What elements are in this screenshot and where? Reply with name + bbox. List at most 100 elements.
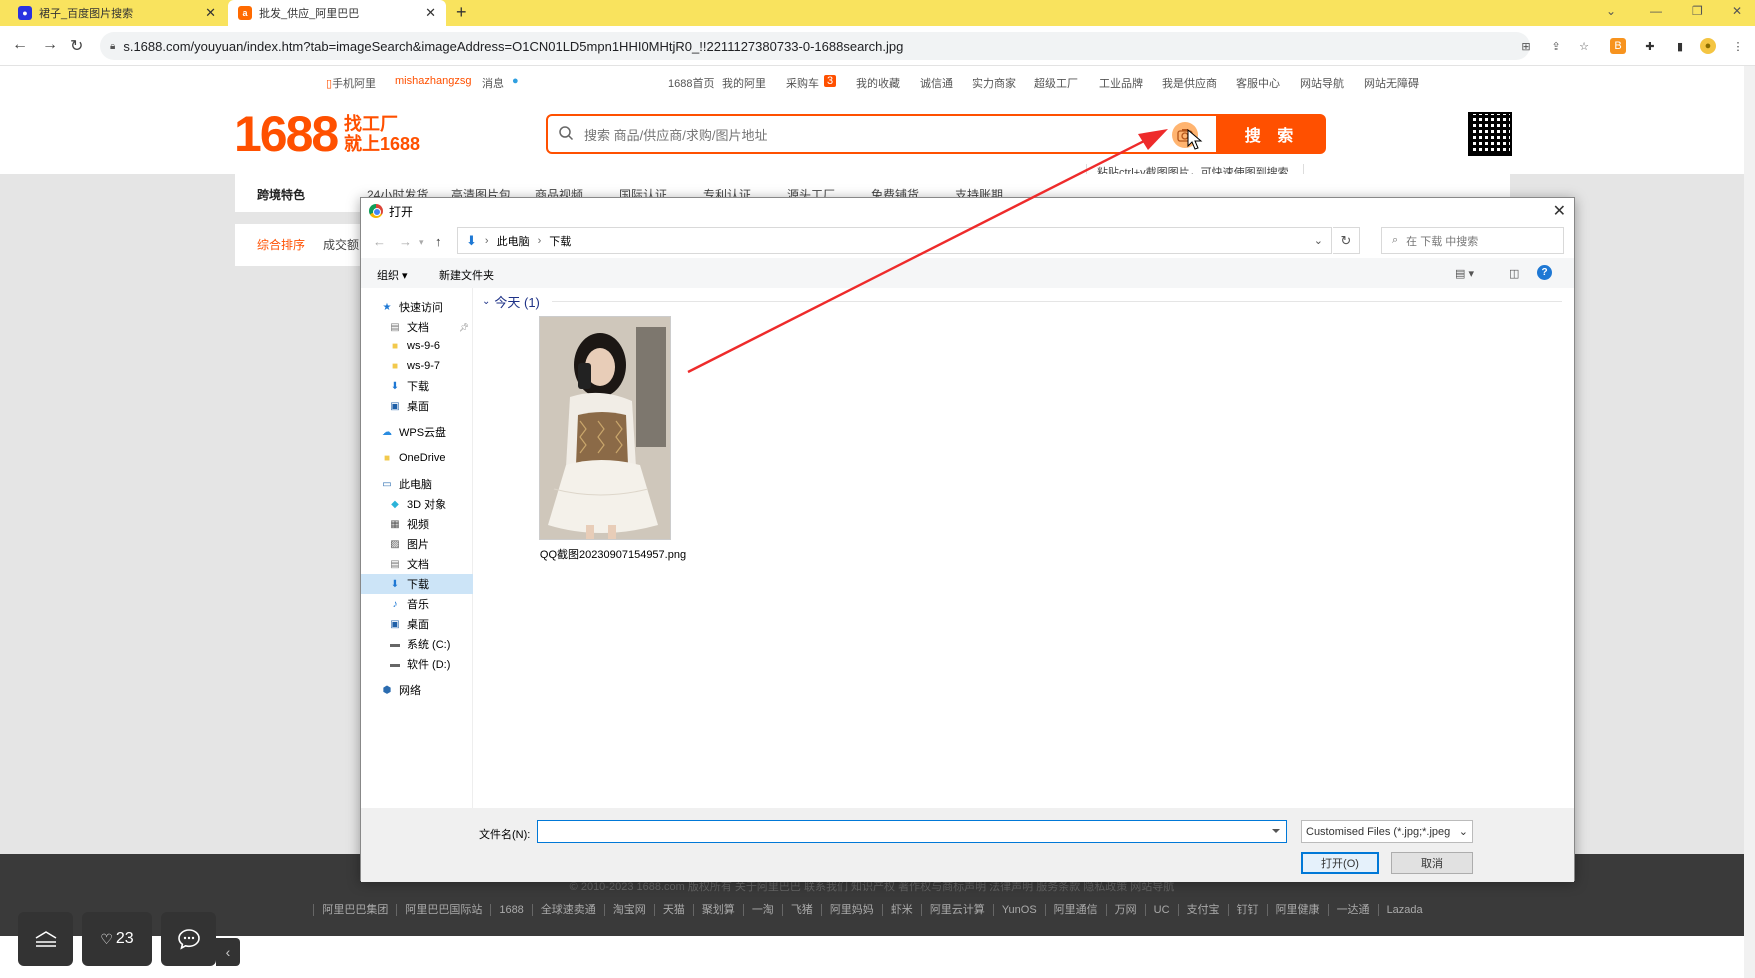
footer-link[interactable]: 淘宝网 bbox=[603, 904, 654, 916]
reload-icon[interactable]: ↻ bbox=[70, 36, 83, 56]
share-icon[interactable]: ⇪ bbox=[1548, 38, 1564, 54]
footer-link[interactable]: 阿里通信 bbox=[1044, 904, 1106, 916]
nav-item[interactable]: ▬ 系统 (C:) bbox=[389, 634, 450, 654]
nav-link-service[interactable]: 客服中心 bbox=[1236, 75, 1280, 91]
close-window-icon[interactable]: ✕ bbox=[1732, 4, 1742, 18]
footer-link[interactable]: 1688 bbox=[490, 904, 532, 916]
recent-chevron-icon[interactable]: ▾ bbox=[419, 237, 424, 248]
nav-item[interactable]: ☁ WPS云盘 bbox=[381, 422, 446, 442]
dialog-search-field[interactable]: ⌕ 在 下载 中搜索 bbox=[1381, 227, 1564, 254]
footer-link[interactable]: UC bbox=[1144, 904, 1178, 916]
footer-link[interactable]: 聚划算 bbox=[692, 904, 743, 916]
footer-link[interactable]: YunOS bbox=[992, 904, 1045, 916]
organize-button[interactable]: 组织 ▾ bbox=[377, 267, 408, 283]
breadcrumb-this-pc[interactable]: 此电脑 bbox=[497, 233, 530, 249]
site-search-button[interactable]: 搜 索 bbox=[1218, 114, 1326, 154]
view-options-icon[interactable]: ▤ ▾ bbox=[1455, 267, 1474, 280]
nav-link-site-nav[interactable]: 网站导航 bbox=[1300, 75, 1344, 91]
chevron-down-icon[interactable]: ⌄ bbox=[1314, 234, 1323, 247]
nav-link-super-factory[interactable]: 超级工厂 bbox=[1034, 75, 1078, 91]
footer-link[interactable]: 阿里健康 bbox=[1266, 904, 1328, 916]
tab-search-icon[interactable]: ⌄ bbox=[1606, 4, 1616, 18]
footer-link[interactable]: 支付宝 bbox=[1177, 904, 1228, 916]
nav-link-cart[interactable]: 采购车 bbox=[786, 75, 819, 91]
footer-link[interactable]: 天猫 bbox=[653, 904, 693, 916]
site-search-input[interactable] bbox=[584, 124, 1104, 146]
footer-link[interactable]: 一达通 bbox=[1327, 904, 1378, 916]
refresh-icon[interactable]: ↻ bbox=[1333, 227, 1360, 254]
translate-icon[interactable]: ⊞ bbox=[1518, 38, 1534, 54]
footer-link[interactable]: 飞猪 bbox=[781, 904, 821, 916]
page-scrollbar[interactable] bbox=[1744, 66, 1755, 978]
footer-link[interactable]: 全球速卖通 bbox=[531, 904, 604, 916]
nav-item[interactable]: ⬇ 下载 bbox=[389, 376, 429, 396]
tab-alibaba[interactable]: a 批发_供应_阿里巴巴 ✕ bbox=[228, 0, 446, 26]
nav-item[interactable]: ■ OneDrive bbox=[381, 448, 446, 468]
sort-comprehensive[interactable]: 综合排序 bbox=[257, 236, 305, 253]
image-search-camera-icon[interactable] bbox=[1172, 122, 1198, 148]
tab-baidu[interactable]: ● 裙子_百度图片搜索 ✕ bbox=[8, 0, 226, 26]
nav-link-my-ali[interactable]: 我的阿里 bbox=[722, 75, 766, 91]
nav-item[interactable]: ▦ 视频 bbox=[389, 514, 429, 534]
nav-item[interactable]: ▬ 软件 (D:) bbox=[389, 654, 450, 674]
nav-item[interactable]: ▭ 此电脑 bbox=[381, 474, 432, 494]
footer-link[interactable]: 万网 bbox=[1105, 904, 1145, 916]
nav-item[interactable]: ⬢ 网络 bbox=[381, 680, 421, 700]
nav-link-chengxintong[interactable]: 诚信通 bbox=[920, 75, 953, 91]
nav-item[interactable]: ▨ 图片 bbox=[389, 534, 429, 554]
extension-icon[interactable]: B bbox=[1610, 38, 1626, 54]
nav-link-industrial-brand[interactable]: 工业品牌 bbox=[1099, 75, 1143, 91]
mobile-ali-link[interactable]: ▯手机阿里 bbox=[326, 75, 376, 91]
chat-button[interactable] bbox=[161, 912, 216, 966]
new-tab-icon[interactable]: + bbox=[456, 2, 467, 23]
bookmark-star-icon[interactable]: ☆ bbox=[1576, 38, 1592, 54]
nav-item[interactable]: ◆ 3D 对象 bbox=[389, 494, 446, 514]
up-icon[interactable]: ↑ bbox=[435, 234, 442, 249]
close-icon[interactable]: ✕ bbox=[1553, 201, 1566, 221]
profile-avatar-icon[interactable]: ● bbox=[1700, 38, 1716, 54]
file-item[interactable]: QQ截图20230907154957.png bbox=[526, 312, 700, 562]
collapse-chevron-icon[interactable]: ‹ bbox=[216, 938, 240, 966]
breadcrumb-downloads[interactable]: 下载 bbox=[549, 233, 571, 249]
nav-item[interactable]: ▤ 文档 bbox=[389, 554, 429, 574]
nav-item[interactable]: ■ ws-9-7 bbox=[389, 356, 440, 376]
footer-link[interactable]: 阿里巴巴集团 bbox=[313, 904, 397, 916]
nav-item[interactable]: ▣ 桌面 bbox=[389, 396, 429, 416]
cancel-button[interactable]: 取消 bbox=[1391, 852, 1473, 874]
menu-dots-icon[interactable]: ⋮ bbox=[1730, 38, 1746, 54]
nav-link-accessibility[interactable]: 网站无障碍 bbox=[1364, 75, 1419, 91]
minimize-icon[interactable]: — bbox=[1650, 4, 1662, 18]
forward-icon[interactable]: → bbox=[42, 36, 58, 54]
file-type-filter[interactable]: Customised Files (*.jpg;*.jpeg ⌄ bbox=[1301, 820, 1473, 843]
messages-link[interactable]: 消息 bbox=[482, 75, 504, 91]
forward-icon[interactable]: → bbox=[399, 234, 412, 249]
dialog-address-bar[interactable]: ⬇ › 此电脑 › 下载 ⌄ bbox=[457, 227, 1332, 254]
open-button[interactable]: 打开(O) bbox=[1301, 852, 1379, 874]
home-menu-button[interactable] bbox=[18, 912, 73, 966]
nav-link-supplier[interactable]: 我是供应商 bbox=[1162, 75, 1217, 91]
nav-link-strong-merchant[interactable]: 实力商家 bbox=[972, 75, 1016, 91]
nav-item[interactable]: ★ 快速访问 bbox=[381, 297, 443, 317]
new-folder-button[interactable]: 新建文件夹 bbox=[439, 267, 494, 283]
footer-link[interactable]: Lazada bbox=[1377, 904, 1431, 916]
back-icon[interactable]: ← bbox=[373, 234, 386, 249]
close-icon[interactable]: ✕ bbox=[425, 5, 436, 21]
address-bar[interactable]: 🔒︎ s.1688.com/youyuan/index.htm?tab=imag… bbox=[100, 32, 1530, 60]
footer-link[interactable]: 阿里妈妈 bbox=[820, 904, 882, 916]
back-icon[interactable]: ← bbox=[12, 36, 28, 54]
username-link[interactable]: mishazhangzsg bbox=[395, 75, 471, 87]
nav-item[interactable]: ▤ 文档 📌︎ bbox=[389, 317, 469, 337]
favorite-button[interactable]: ♡ 23 bbox=[82, 912, 152, 966]
help-icon[interactable]: ? bbox=[1537, 265, 1552, 280]
nav-link-home[interactable]: 1688首页 bbox=[668, 75, 714, 91]
site-logo[interactable]: 1688 bbox=[234, 108, 339, 160]
nav-item[interactable]: ▣ 桌面 bbox=[389, 614, 429, 634]
restore-icon[interactable]: ❐ bbox=[1692, 4, 1703, 18]
nav-link-favorites[interactable]: 我的收藏 bbox=[856, 75, 900, 91]
footer-link[interactable]: 虾米 bbox=[881, 904, 921, 916]
footer-link[interactable]: 阿里巴巴国际站 bbox=[396, 904, 491, 916]
nav-item[interactable]: ⬇ 下载 bbox=[389, 574, 429, 594]
close-icon[interactable]: ✕ bbox=[205, 5, 216, 21]
filename-input[interactable] bbox=[537, 820, 1287, 843]
side-panel-icon[interactable]: ▮ bbox=[1672, 38, 1688, 54]
